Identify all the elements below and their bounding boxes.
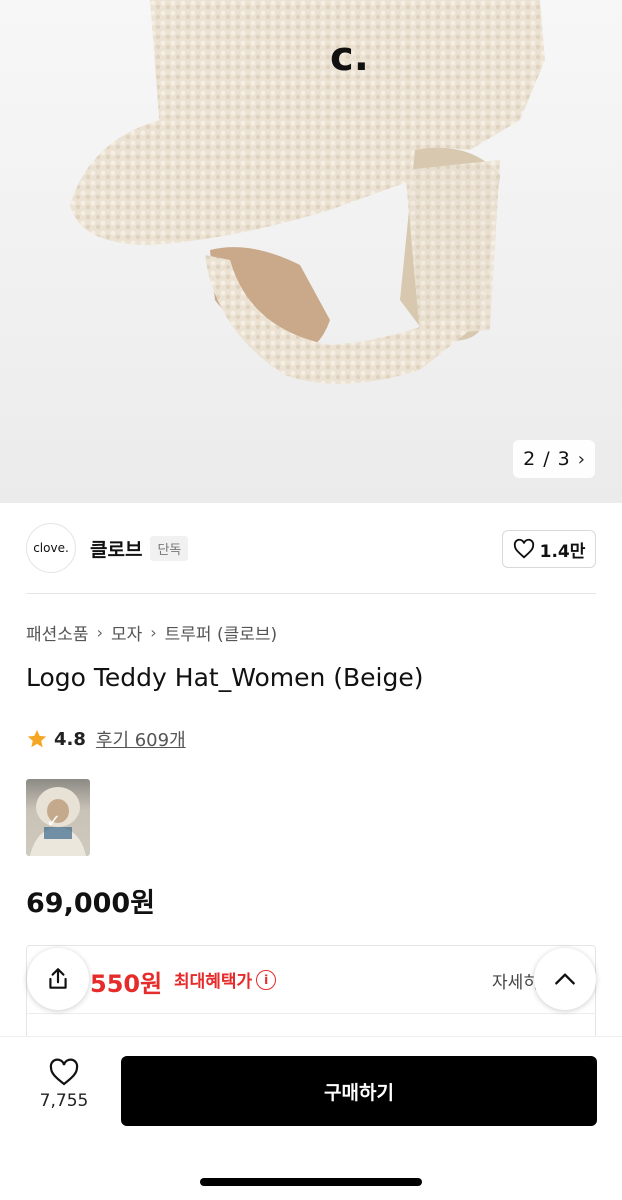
chevron-right-icon: › — [96, 623, 103, 642]
brand-row: clove. 클로브 단독 1.4만 — [26, 522, 596, 574]
home-indicator — [200, 1178, 422, 1186]
product-title: Logo Teddy Hat_Women (Beige) — [26, 663, 424, 692]
star-icon — [27, 729, 47, 748]
chevron-right-icon: › — [150, 623, 157, 642]
rating-row: 4.8 후기 609개 — [26, 726, 186, 752]
heart-outline-icon — [49, 1058, 79, 1086]
check-icon: ✓ — [46, 811, 62, 832]
max-benefit-label: 최대혜택가 i — [174, 967, 277, 992]
brand-logo[interactable]: clove. — [26, 523, 76, 573]
product-price: 69,000원 — [26, 888, 156, 919]
color-option-thumbnail[interactable]: ✓ — [26, 779, 90, 856]
brand-name[interactable]: 클로브 — [90, 535, 142, 562]
image-counter-current: 2 — [523, 448, 536, 470]
divider — [26, 593, 596, 594]
brand-like-count: 1.4만 — [539, 541, 586, 562]
breadcrumb-item[interactable]: 모자 — [111, 620, 142, 645]
breadcrumb-item[interactable]: 트루퍼 (클로브) — [165, 620, 278, 645]
exclusive-badge: 단독 — [150, 535, 189, 561]
chevron-up-icon — [555, 973, 575, 985]
breadcrumb-item[interactable]: 패션소품 — [26, 620, 89, 645]
rating-score: 4.8 — [54, 728, 86, 750]
benefit-divider — [26, 1013, 596, 1014]
image-counter-separator: / — [543, 448, 550, 470]
scroll-to-top-button[interactable] — [534, 948, 596, 1010]
image-counter-total: 3 — [557, 448, 570, 470]
share-button[interactable] — [27, 948, 89, 1010]
review-count-link[interactable]: 후기 609개 — [96, 726, 186, 752]
image-counter[interactable]: 2 / 3 › — [513, 440, 595, 478]
share-icon — [49, 968, 67, 989]
breadcrumb: 패션소품 › 모자 › 트루퍼 (클로브) — [26, 620, 277, 645]
product-image-gallery[interactable]: c. 2 / 3 › — [0, 0, 622, 503]
heart-outline-icon — [513, 538, 534, 559]
max-benefit-label-text: 최대혜택가 — [174, 972, 253, 992]
product-image: c. — [70, 0, 545, 384]
info-icon[interactable]: i — [256, 969, 277, 990]
max-benefit-price: 550원 — [90, 970, 163, 998]
buy-button[interactable]: 구매하기 — [121, 1056, 597, 1126]
svg-text:c.: c. — [330, 34, 369, 80]
brand-like-button[interactable]: 1.4만 — [502, 530, 596, 568]
brand-logo-text: clove. — [33, 541, 69, 555]
chevron-right-icon: › — [577, 448, 585, 470]
wishlist-count: 7,755 — [39, 1091, 89, 1111]
wishlist-button[interactable]: 7,755 — [28, 1057, 100, 1111]
